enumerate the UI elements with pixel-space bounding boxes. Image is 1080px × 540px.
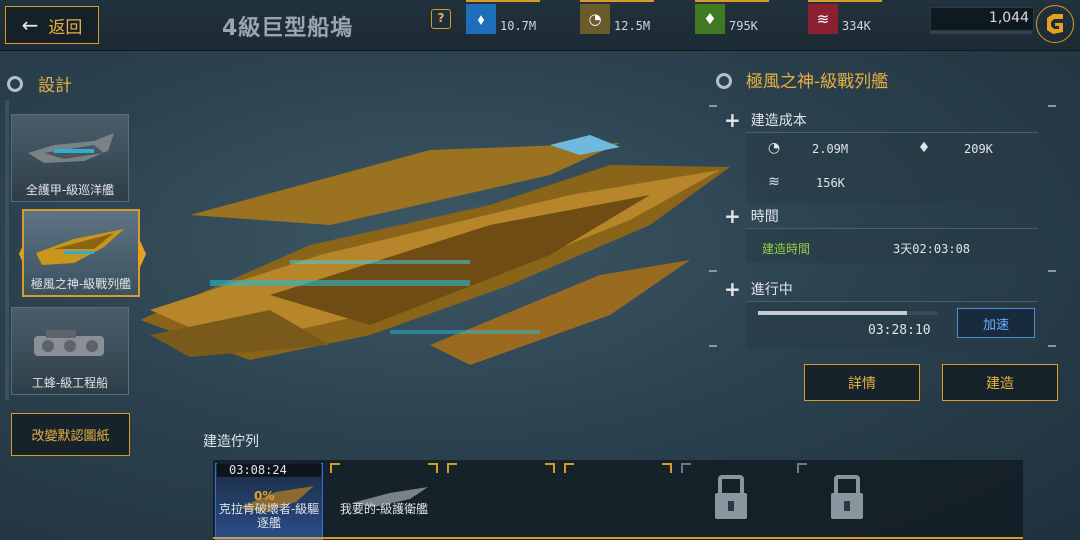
expand-icon: +	[724, 204, 741, 228]
change-default-blueprint-button[interactable]: 改變默認圖紙	[11, 413, 130, 456]
resource-value: 795K	[729, 19, 758, 33]
section-divider	[1048, 345, 1056, 347]
details-button[interactable]: 詳情	[804, 364, 920, 401]
in-progress-section-header[interactable]: + 進行中	[724, 279, 793, 299]
resource-value: 10.7M	[500, 19, 537, 33]
build-time-label: 建造時間	[762, 242, 811, 256]
cost-ore: 2.09M	[812, 142, 849, 156]
section-divider	[1048, 105, 1056, 107]
back-label: 返回	[48, 17, 83, 38]
cost-heading: 建造成本	[750, 113, 807, 129]
time-heading: 時間	[750, 209, 779, 225]
resource-value: 334K	[842, 19, 871, 33]
credits-value: 1,044	[988, 10, 1029, 26]
battleship-render	[140, 135, 730, 365]
cost-metal: 156K	[816, 176, 845, 190]
lock-icon	[715, 475, 747, 519]
scroll-rail[interactable]	[5, 100, 9, 400]
queue-slot-empty[interactable]	[564, 463, 672, 540]
resource-value: 12.5M	[614, 19, 651, 33]
ship-card-armor-cruiser[interactable]: 全護甲-級巡洋艦	[11, 114, 129, 202]
ship-card-label: 全護甲-級巡洋艦	[25, 183, 115, 197]
ship-name: 極風之神-級戰列艦	[746, 72, 889, 92]
queue-percent: 0%	[254, 489, 275, 503]
ore-icon: ◔	[580, 4, 610, 34]
queue-ship-name: 我要的-級護衛艦	[339, 502, 429, 516]
progress-fill	[758, 311, 908, 315]
ship-card-label: 工蜂-級工程船	[31, 376, 109, 390]
battleship-thumbnail	[36, 229, 124, 265]
resource-blue-crystal: ⬧ 10.7M	[466, 0, 540, 35]
resource-green-crystal: ♦ 795K	[695, 0, 769, 35]
section-divider	[709, 270, 717, 272]
credits-bar	[930, 31, 1032, 34]
green-crystal-icon: ♦	[917, 140, 931, 156]
top-bar	[0, 0, 1080, 51]
currency-logo-icon[interactable]	[1036, 5, 1074, 43]
queue-timer: 03:08:24	[217, 463, 321, 477]
cost-box	[746, 132, 1038, 203]
section-divider	[709, 105, 717, 107]
credits-display: 1,044	[930, 7, 1034, 31]
page-title: 4級巨型船塢	[222, 16, 354, 41]
metal-stack-icon: ≋	[768, 174, 780, 190]
cost-crystal: 209K	[964, 142, 993, 156]
back-button[interactable]: ← 返回	[5, 6, 99, 44]
help-icon[interactable]: ?	[431, 9, 451, 29]
resource-ore: ◔ 12.5M	[580, 0, 654, 35]
back-arrow-icon: ←	[21, 13, 39, 37]
ship-card-label: 極風之神-級戰列艦	[30, 277, 132, 291]
queue-bottom-line	[213, 537, 1023, 539]
cost-section-header[interactable]: + 建造成本	[724, 110, 807, 130]
in-progress-heading: 進行中	[750, 282, 793, 298]
expand-icon: +	[724, 277, 741, 301]
cruiser-thumbnail	[28, 133, 114, 163]
progress-remaining: 03:28:10	[868, 323, 931, 338]
build-time-value: 3天02:03:08	[893, 242, 971, 256]
blue-crystal-icon: ⬧	[466, 4, 496, 34]
build-queue-label: 建造佇列	[203, 434, 259, 450]
queue-ship-name: 克拉肯破壞者-級驅逐艦	[218, 502, 320, 530]
metal-stack-icon: ≋	[808, 4, 838, 34]
ore-icon: ◔	[767, 140, 781, 156]
green-crystal-icon: ♦	[695, 4, 725, 34]
design-title: 設計	[38, 76, 72, 96]
expand-icon: +	[724, 108, 741, 132]
speed-up-button[interactable]: 加速	[957, 308, 1035, 338]
time-section-header[interactable]: + 時間	[724, 206, 779, 226]
resource-metal: ≋ 334K	[808, 0, 882, 35]
ship-card-worker-bee-engineer[interactable]: 工蜂-級工程船	[11, 307, 129, 395]
engineer-ship-thumbnail	[34, 330, 104, 356]
lock-icon	[831, 475, 863, 519]
ship-card-wind-god-battleship[interactable]: 極風之神-級戰列艦	[22, 209, 140, 297]
queue-slot-empty[interactable]	[447, 463, 555, 540]
build-button[interactable]: 建造	[942, 364, 1058, 401]
ship-info-icon	[716, 73, 732, 89]
design-icon	[7, 76, 23, 92]
section-divider	[1048, 270, 1056, 272]
section-divider	[709, 345, 717, 347]
